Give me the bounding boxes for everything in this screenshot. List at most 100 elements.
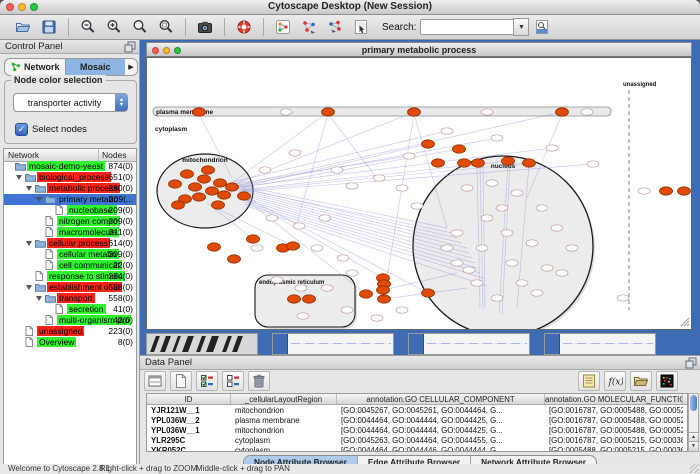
folder-icon xyxy=(45,294,56,304)
column-header-2[interactable]: annotation.GO CELLULAR_COMPONENT xyxy=(337,394,545,404)
table-scrollbar[interactable]: ▲ ▼ xyxy=(688,393,699,452)
tree-item-unassigned[interactable]: unassigned223(0) xyxy=(4,326,136,337)
table-cell: [GO:0016787, GO:0005215, GO:0003824, G..… xyxy=(545,435,683,445)
tree-item-mosaic-demo-yeast[interactable]: mosaic-demo-yeast874(0) xyxy=(4,161,136,172)
tree-item-multi-organism-pro[interactable]: multi-organism pro42(0) xyxy=(4,315,136,326)
attr-delete-button[interactable] xyxy=(248,371,270,391)
tree-item-macromolecule[interactable]: macromolecule311(0) xyxy=(4,227,136,238)
attr-matrix-button[interactable] xyxy=(656,371,678,391)
folder-icon xyxy=(15,162,26,172)
tree-item-nucleobase-[interactable]: nucleobase-209(0) xyxy=(4,205,136,216)
file-icon xyxy=(55,304,63,315)
scroll-down-button[interactable]: ▼ xyxy=(689,441,698,451)
region-plasma-membrane[interactable]: plasma membrane xyxy=(153,107,611,116)
file-icon xyxy=(55,205,63,216)
column-header-1[interactable]: _cellularLayoutRegion xyxy=(231,394,337,404)
advanced-search-button[interactable] xyxy=(531,16,553,38)
tab-mosaic[interactable]: Mosaic xyxy=(65,59,126,75)
snapshot-button[interactable] xyxy=(194,16,216,38)
table-row-YJR121W__1[interactable]: YJR121W__1mitochondrion[GO:0045267, GO:0… xyxy=(147,405,687,415)
tree-item-cellular-process[interactable]: cellular process614(0) xyxy=(4,238,136,249)
table-row-YPL036W__2[interactable]: YPL036W__2plasma membrane[GO:0044464, GO… xyxy=(147,415,687,425)
column-header-3[interactable]: annotation.GO MOLECULAR_FUNCTION xyxy=(545,394,683,404)
node-color-dropdown[interactable]: transporter activity ▲▼ xyxy=(13,93,128,112)
function-builder-button[interactable]: f(x) xyxy=(604,371,626,391)
region-mitochondrion[interactable]: mitochondrion xyxy=(157,154,253,228)
table-cell: [GO:0045267, GO:0045261, GO:0044464, G..… xyxy=(337,405,545,415)
search-input[interactable] xyxy=(420,19,513,35)
tree-item-cell-communicat[interactable]: cell communicat22(0) xyxy=(4,260,136,271)
resize-grip[interactable] xyxy=(690,464,699,473)
help-button[interactable] xyxy=(233,16,255,38)
folder-icon xyxy=(35,283,46,293)
select-nodes-checkbox[interactable]: ✓ xyxy=(15,123,28,136)
attr-table-button[interactable] xyxy=(144,371,166,391)
network-view-titlebar[interactable]: primary metabolic process xyxy=(146,42,692,57)
expand-arrow-icon[interactable] xyxy=(26,186,32,191)
column-header-nodes[interactable]: Nodes xyxy=(102,150,127,160)
canvas-resize-grip[interactable] xyxy=(681,318,689,326)
zoom-in-button[interactable] xyxy=(103,16,125,38)
tree-item-response-to-stimulu[interactable]: response to stimulu264(0) xyxy=(4,271,136,282)
attr-select-button[interactable] xyxy=(196,371,218,391)
zoom-out-button[interactable] xyxy=(77,16,99,38)
attr-unselect-button[interactable] xyxy=(222,371,244,391)
tab-overflow-button[interactable]: ▶ xyxy=(125,59,137,75)
tree-item-cellular-metabo[interactable]: cellular metabo209(0) xyxy=(4,249,136,260)
layout-1-button[interactable] xyxy=(298,16,320,38)
network-graph[interactable]: plasma membranecytoplasmmitochondrionnuc… xyxy=(147,58,691,329)
file-icon xyxy=(25,337,33,348)
region-nucleus[interactable]: nucleus xyxy=(413,156,595,329)
table-row-YPL036W__1[interactable]: YPL036W__1mitochondrion[GO:0044464, GO:0… xyxy=(147,425,687,435)
network-canvas[interactable]: plasma membranecytoplasmmitochondrionnuc… xyxy=(146,57,692,330)
expand-arrow-icon[interactable] xyxy=(36,296,42,301)
toolbar-separator xyxy=(263,18,264,36)
background-window[interactable] xyxy=(146,333,258,355)
file-icon xyxy=(25,326,33,337)
table-row-YKR052C[interactable]: YKR052Ccytoplasm[GO:0044464, GO:0044446,… xyxy=(147,445,687,452)
zoom-fit-button[interactable] xyxy=(129,16,151,38)
tree-item-nitrogen-compo[interactable]: nitrogen compo209(0) xyxy=(4,216,136,227)
file-icon xyxy=(45,249,53,260)
attr-list-button[interactable] xyxy=(578,371,600,391)
background-window[interactable] xyxy=(544,333,656,355)
data-panel: Data Panel f(x) ID_cellularLayoutRegiona… xyxy=(140,355,700,465)
tree-item-metabolic-process[interactable]: metabolic process280(0) xyxy=(4,183,136,194)
data-panel-toolbar: f(x) xyxy=(144,370,696,392)
layout-2-button[interactable] xyxy=(324,16,346,38)
open-file-button[interactable] xyxy=(12,16,34,38)
tree-item-count: 558(0) xyxy=(108,282,133,292)
float-panel-icon[interactable] xyxy=(124,41,136,56)
select-nodes-label: Select nodes xyxy=(32,124,87,135)
save-session-button[interactable] xyxy=(38,16,60,38)
title-bar[interactable]: Cytoscape Desktop (New Session) xyxy=(0,0,700,15)
app-window: Cytoscape Desktop (New Session) Search: … xyxy=(0,0,700,474)
network-tree-icon xyxy=(10,61,21,74)
column-header-network[interactable]: Network xyxy=(8,150,39,160)
tree-item-transport[interactable]: transport558(0) xyxy=(4,293,136,304)
scrollbar-thumb[interactable] xyxy=(690,395,697,411)
background-window[interactable] xyxy=(408,333,530,355)
zoom-selected-button[interactable] xyxy=(155,16,177,38)
tree-item-establishment-of-lo[interactable]: establishment of lo558(0) xyxy=(4,282,136,293)
tree-item-secretion[interactable]: secretion41(0) xyxy=(4,304,136,315)
background-window[interactable] xyxy=(272,333,394,355)
expand-arrow-icon[interactable] xyxy=(16,175,22,180)
tree-item-biological-process[interactable]: biological_process651(0) xyxy=(4,172,136,183)
tab-network[interactable]: Network xyxy=(5,59,65,75)
column-header-0[interactable]: ID xyxy=(147,394,231,404)
search-dropdown-button[interactable]: ▼ xyxy=(513,18,529,36)
table-row-YLR295C[interactable]: YLR295Ccytoplasm[GO:0045263, GO:0044464,… xyxy=(147,435,687,445)
expand-arrow-icon[interactable] xyxy=(26,285,32,290)
attr-new-button[interactable] xyxy=(170,371,192,391)
tree-item-overview[interactable]: Overview8(0) xyxy=(4,337,136,348)
tree-item-count: 8(0) xyxy=(118,337,133,347)
expand-arrow-icon[interactable] xyxy=(36,197,42,202)
new-network-button[interactable] xyxy=(272,16,294,38)
tree-item-primary-metabo[interactable]: primary metabo209(... xyxy=(4,194,136,205)
vizmapper-button[interactable] xyxy=(350,16,372,38)
folder-icon xyxy=(35,239,46,249)
attr-import-button[interactable] xyxy=(630,371,652,391)
table-cell: [GO:0016787, GO:0005488, GO:0005215, G..… xyxy=(545,415,683,425)
expand-arrow-icon[interactable] xyxy=(26,241,32,246)
